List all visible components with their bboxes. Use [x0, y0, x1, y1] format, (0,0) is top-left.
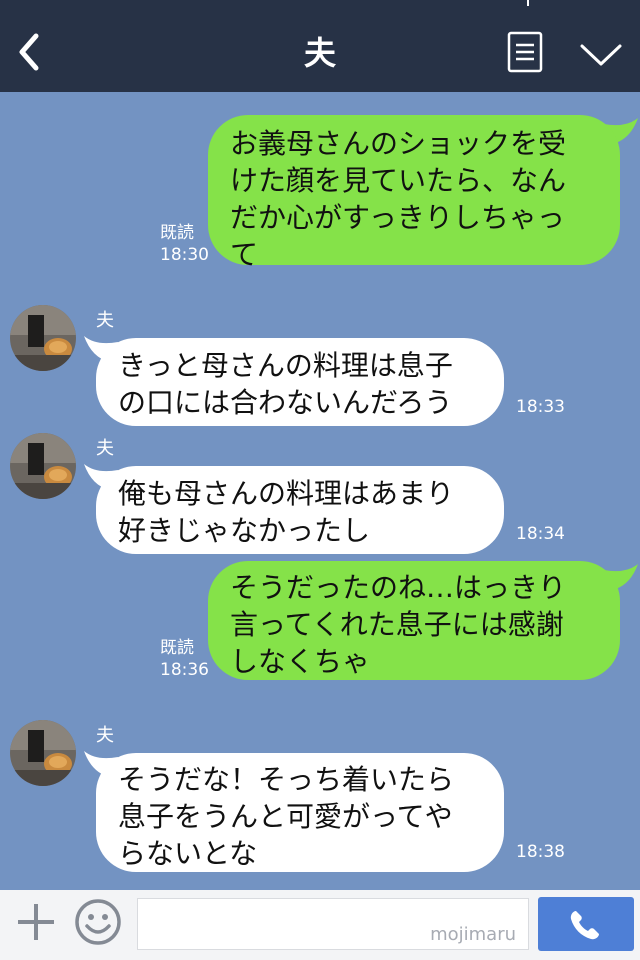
read-receipt: 既読	[160, 223, 194, 243]
message-line: だか心がすっきりしちゃっ	[230, 201, 565, 234]
plus-icon[interactable]	[14, 900, 58, 944]
message-line: 好きじゃなかったし	[118, 514, 371, 547]
avatar[interactable]	[10, 305, 76, 371]
message-bubble[interactable]: そうだな！そっち着いたら 息子をうんと可愛がってや らないとな	[96, 753, 504, 872]
input-bar: mojimaru	[0, 890, 640, 960]
sender-name: 夫	[96, 725, 114, 746]
timestamp: 18:36	[160, 660, 209, 680]
emoji-icon[interactable]	[74, 898, 122, 946]
sender-name: 夫	[96, 310, 114, 331]
sender-name: 夫	[96, 438, 114, 459]
message-line: 言ってくれた息子には感謝	[230, 608, 564, 641]
timestamp: 18:34	[516, 524, 565, 544]
message-meta: 既読 18:30	[160, 222, 209, 266]
avatar[interactable]	[10, 433, 76, 499]
avatar-image	[10, 305, 76, 371]
avatar[interactable]	[10, 720, 76, 786]
message-line: らないとな	[118, 837, 258, 870]
message-line: きっと母さんの料理は息子	[118, 349, 453, 382]
message-bubble[interactable]: きっと母さんの料理は息子 の口には合わないんだろう	[96, 338, 504, 426]
message-line: 息子をうんと可愛がってや	[118, 800, 453, 833]
timestamp: 18:33	[516, 397, 565, 417]
chat-title: 夫	[303, 34, 336, 72]
divider-mark	[527, 0, 529, 6]
message-line: そうだったのね…はっきり	[230, 571, 567, 604]
message-line: そうだな！そっち着いたら	[118, 763, 455, 796]
message-line: お義母さんのショックを受	[230, 127, 567, 160]
message-meta: 既読 18:36	[160, 637, 209, 681]
timestamp: 18:30	[160, 245, 209, 265]
timestamp: 18:38	[516, 842, 565, 862]
avatar-image	[10, 433, 76, 499]
read-receipt: 既読	[160, 638, 194, 658]
message-bubble[interactable]: お義母さんのショックを受 けた顔を見ていたら、なん だか心がすっきりしちゃっ て	[208, 115, 620, 271]
message-bubble[interactable]: 俺も母さんの料理はあまり 好きじゃなかったし	[96, 466, 504, 554]
message-input[interactable]: mojimaru	[137, 898, 529, 950]
message-line: しなくちゃ	[230, 645, 371, 678]
chevron-down-icon[interactable]	[578, 38, 624, 70]
message-line: の口には合わないんだろう	[118, 386, 453, 419]
avatar-image	[10, 720, 76, 786]
menu-icon[interactable]	[506, 30, 544, 74]
message-line: けた顔を見ていたら、なん	[230, 164, 567, 197]
chat-header: 夫	[0, 0, 640, 92]
message-bubble[interactable]: そうだったのね…はっきり 言ってくれた息子には感謝 しなくちゃ	[208, 561, 620, 680]
phone-icon	[570, 911, 599, 940]
message-line: て	[230, 238, 259, 271]
watermark-text: mojimaru	[430, 924, 516, 945]
call-button[interactable]	[538, 897, 634, 951]
message-line: 俺も母さんの料理はあまり	[118, 477, 455, 510]
